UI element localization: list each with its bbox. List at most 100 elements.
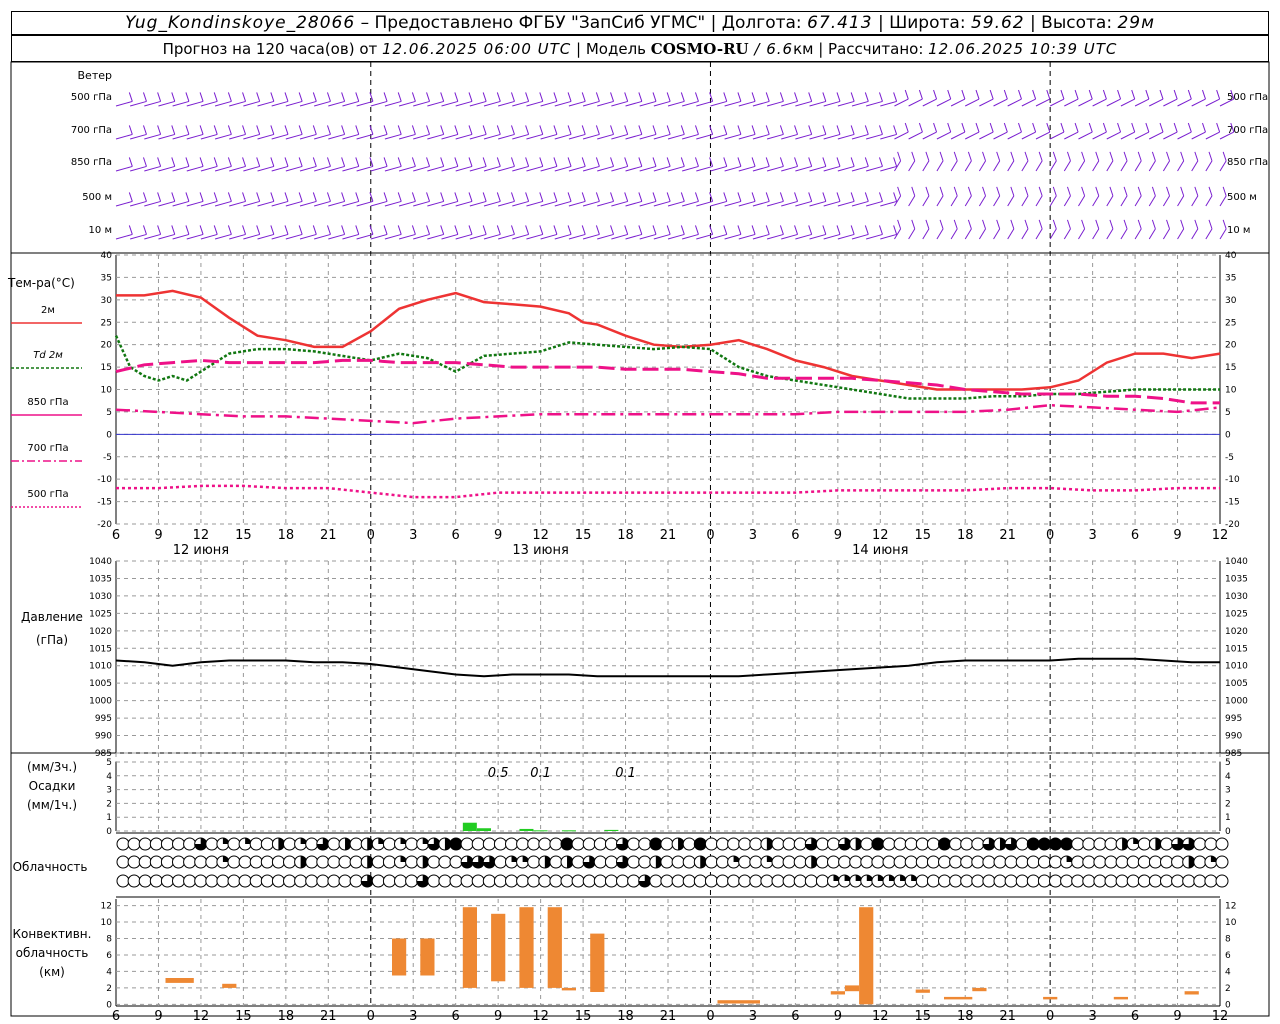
wind-barb-flag — [680, 125, 685, 135]
wind-barb-flag — [426, 125, 431, 135]
cloud-cover-icon — [649, 874, 663, 888]
wind-barb-flag — [864, 225, 869, 235]
wind-barb — [314, 233, 331, 240]
cloud-cover-fill — [450, 838, 462, 850]
wind-barb — [724, 165, 742, 172]
wind-barb-flag — [939, 151, 944, 162]
wind-barb-flag — [213, 92, 218, 102]
wind-barb — [512, 100, 529, 107]
wind-barb — [469, 233, 487, 240]
wind-barb — [540, 100, 558, 107]
cloud-cover-icon — [738, 855, 752, 869]
wind-barb-flag — [468, 157, 473, 167]
x-tick-label: 3 — [409, 528, 417, 543]
cloud-cover-icon — [1015, 874, 1029, 888]
wind-barb-flag — [982, 151, 987, 162]
wind-barb-flag — [341, 157, 346, 167]
wind-barb-flag — [298, 157, 303, 167]
cloud-cover-icon — [349, 855, 363, 869]
wind-barb-flag — [1194, 219, 1199, 230]
wind-barb — [271, 165, 289, 172]
wind-barb — [427, 100, 444, 107]
wind-barb-flag — [171, 125, 176, 135]
x-tick-label: 15 — [575, 528, 592, 543]
wind-barb — [526, 100, 543, 107]
wind-barb-flag — [1137, 219, 1142, 230]
wind-barb-flag — [794, 192, 799, 202]
wind-barb — [214, 200, 232, 207]
wind-barb-flag — [694, 92, 699, 102]
y-tick-label: 1035 — [89, 574, 112, 584]
wind-barb — [271, 233, 289, 240]
cloud-cover-icon — [172, 855, 185, 869]
wind-barb-flag — [737, 225, 742, 235]
wind-barb — [398, 133, 416, 140]
wind-barb-flag — [171, 157, 176, 167]
cloud-cover-icon — [305, 837, 319, 851]
wind-barb-flag — [482, 125, 487, 135]
wind-barb — [398, 200, 416, 207]
wind-barb-flag — [383, 225, 388, 235]
cloud-cover-icon — [1071, 837, 1085, 851]
x-tick-label: 9 — [494, 528, 502, 543]
conv-title: Конвективн. — [13, 927, 92, 941]
wind-barb-flag — [1109, 186, 1114, 197]
wind-barb — [597, 165, 614, 172]
wind-barb — [597, 100, 614, 107]
y-tick-label: 8 — [106, 935, 112, 945]
wind-barb-flag — [581, 225, 586, 235]
wind-barb — [1035, 98, 1051, 107]
wind-barb-flag — [581, 125, 586, 135]
temp-title: Тем-ра(°C) — [7, 276, 75, 290]
x-tick-label: 15 — [914, 1009, 931, 1024]
cloud-cover-icon — [316, 855, 330, 869]
cloud-cover-icon — [804, 874, 818, 888]
wind-barb-flag — [1216, 89, 1221, 100]
wind-barb-flag — [1131, 89, 1136, 100]
cloud-cover-icon — [1093, 837, 1107, 851]
cloud-cover-icon — [1160, 837, 1173, 851]
wind-barb — [936, 228, 944, 240]
wind-barb — [115, 233, 133, 240]
wind-barb-flag — [694, 192, 699, 202]
wind-barb-flag — [1151, 151, 1156, 162]
wind-barb — [483, 165, 501, 172]
wind-barb-flag — [822, 225, 827, 235]
wind-barb-flag — [496, 225, 501, 235]
wind-barb — [413, 200, 430, 207]
wind-barb — [314, 200, 331, 207]
wind-barb-flag — [199, 92, 204, 102]
wind-barb-flag — [878, 225, 883, 235]
wind-barb-flag — [911, 151, 916, 162]
x-tick-label: 6 — [112, 528, 120, 543]
wind-barb-flag — [1194, 186, 1199, 197]
cloud-cover-icon — [205, 855, 219, 869]
x-tick-label: 15 — [914, 528, 931, 543]
wind-barb-flag — [953, 186, 958, 197]
cloud-cover-fill — [871, 838, 884, 850]
wind-barb — [413, 100, 430, 107]
y-tick-label: 25 — [101, 318, 112, 328]
cloud-cover-icon — [1126, 874, 1140, 888]
wind-barb-flag — [510, 225, 515, 235]
wind-barb-flag — [1137, 151, 1142, 162]
cloud-cover-icon — [1093, 874, 1107, 888]
y-tick-label-right: 1040 — [1225, 557, 1248, 567]
cloud-cover-fill — [694, 838, 707, 850]
wind-barb-flag — [440, 125, 445, 135]
cloud-cover-icon — [349, 837, 363, 851]
wind-barb — [1092, 131, 1107, 140]
cloud-cover-icon — [782, 874, 796, 888]
wind-barb — [738, 133, 756, 140]
wind-barb-flag — [326, 225, 331, 235]
wind-barb — [214, 100, 232, 107]
wind-barb — [568, 233, 586, 240]
wind-barb — [130, 200, 147, 207]
wind-barb — [427, 165, 444, 172]
precip-annotation: 0.1 — [530, 766, 551, 781]
cloud-cover-icon — [1137, 874, 1151, 888]
wind-barb — [1205, 131, 1220, 140]
x-tick-label: 15 — [235, 528, 252, 543]
wind-barb-flag — [157, 125, 162, 135]
wind-barb-flag — [680, 92, 685, 102]
